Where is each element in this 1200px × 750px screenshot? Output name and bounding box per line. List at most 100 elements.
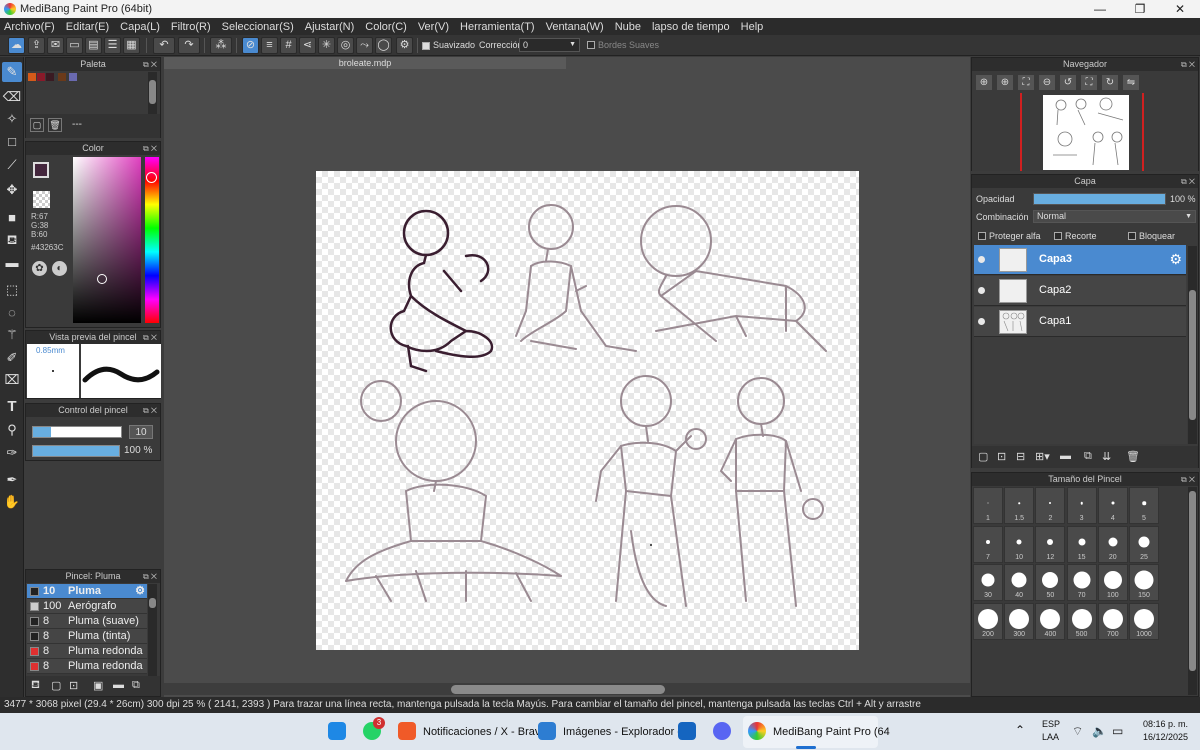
comment-icon[interactable]: ✉ [47,37,64,54]
brush-size-scrollbar[interactable] [1188,487,1197,695]
brush-size-cell[interactable]: 4 [1097,487,1128,524]
color-wheel-icon[interactable]: ✿ [32,261,47,276]
new-8bit-layer-icon[interactable]: ⊟ [1016,450,1025,463]
brush-list-item[interactable]: 8 Pluma (suave) [27,614,147,629]
add-layer-menu-icon[interactable]: ⊞▾ [1035,450,1050,463]
brush-size-cell[interactable]: 20 [1097,525,1128,563]
menu-timelapse[interactable]: lapso de tiempo [652,21,730,33]
undo-icon[interactable]: ↶ [153,37,175,54]
text-tool-icon[interactable]: T [2,397,22,417]
panel-buttons-icon[interactable]: ⧉ ✕ [143,142,157,155]
deselect-icon[interactable]: ⁂ [210,37,232,54]
drawing-canvas[interactable] [316,171,859,650]
chevron-up-icon[interactable]: ⌃ [1015,723,1025,737]
palette-swatch[interactable] [69,73,77,81]
brush-size-cell[interactable]: 3 [1066,487,1097,524]
brush-size-cell[interactable]: 700 [1097,602,1128,640]
zoom-out-icon[interactable]: ⊖ [1039,75,1055,90]
brush-size-cell[interactable]: 10 [1004,525,1035,563]
hue-slider[interactable] [145,157,159,323]
perspective-snap-icon[interactable]: ⋖ [299,37,316,54]
brush-size-cell[interactable]: 400 [1035,602,1066,640]
brush-size-cell[interactable]: 1.5 [1004,487,1035,524]
upload-icon[interactable]: ⇪ [28,37,45,54]
wifi-icon[interactable]: ⌔ [1072,724,1083,739]
zoom-in-icon[interactable]: ⊕ [976,75,992,90]
panel-buttons-icon[interactable]: ⧉ ✕ [143,58,157,71]
clock-time[interactable]: 08:16 p. m. [1138,719,1188,729]
merge-layer-icon[interactable]: ⇊ [1102,450,1111,463]
select-eraser-icon[interactable]: ⌧ [2,370,22,390]
palette-swatch[interactable] [28,73,36,81]
document-tab[interactable]: broleate.mdp [164,57,566,69]
panel-buttons-icon[interactable]: ⧉ ✕ [1181,473,1195,486]
keyboard-layout[interactable]: LAA [1042,732,1059,742]
brush-settings-icon[interactable]: ▣ [93,679,103,692]
brush-list-item[interactable]: 8 Pluma redonda (s [27,659,147,674]
menu-help[interactable]: Help [741,21,764,33]
list-icon[interactable]: ☰ [104,37,121,54]
document-icon[interactable]: ▤ [85,37,102,54]
transparent-color-swatch[interactable] [33,191,50,208]
brush-list-item[interactable]: 8 Pluma (tinta) [27,629,147,644]
battery-icon[interactable]: ▭ [1112,724,1123,738]
visibility-icon[interactable] [978,256,985,263]
add-brush-icon[interactable]: ⛾ [31,679,40,693]
close-button[interactable]: ✕ [1160,0,1200,18]
cloud-icon[interactable]: ☁ [8,37,25,54]
correction-select[interactable]: 0 ▼ [519,38,580,52]
blend-mode-select[interactable]: Normal ▼ [1033,210,1196,223]
select-tool-icon[interactable]: ⬚ [2,280,22,300]
flip-icon[interactable]: ⇋ [1123,75,1139,90]
protect-alpha-checkbox[interactable] [978,232,986,240]
brush-size-cell[interactable]: 2 [1035,487,1066,524]
fit-screen-icon[interactable]: ⛶ [1018,75,1034,90]
line-tool-icon[interactable]: ⟋ [2,155,22,175]
eraser-tool-icon[interactable]: ⌫ [2,87,22,107]
trash-icon[interactable]: 🗑 [1126,450,1140,463]
brush-size-cell[interactable]: 7 [973,525,1003,563]
pen-tool-icon[interactable]: ✒ [2,470,22,490]
palette-swatch[interactable] [58,73,66,81]
brush-size-slider[interactable] [32,426,122,438]
color-palette-icon[interactable]: ◐ [52,261,67,276]
outlook-icon[interactable] [678,722,696,740]
radial-snap-icon[interactable]: ✳ [318,37,335,54]
soft-edges-checkbox[interactable] [587,41,595,49]
new-layer-icon[interactable]: ▢ [978,450,988,463]
brush-size-cell[interactable]: 15 [1066,525,1097,563]
menu-filter[interactable]: Filtro(R) [171,21,211,33]
brush-list-scrollbar[interactable] [148,584,157,677]
bucket-tool-icon[interactable]: ⛾ [2,230,22,250]
menu-window[interactable]: Ventana(W) [546,21,604,33]
reset-view-icon[interactable]: ⛶ [1081,75,1097,90]
circle-snap-icon[interactable]: ◎ [337,37,354,54]
rectangle-tool-icon[interactable]: □ [2,132,22,152]
brush-size-cell[interactable]: 40 [1004,564,1035,601]
delete-palette-icon[interactable]: 🗑 [48,118,62,132]
folder-icon[interactable]: ▬ [1060,450,1071,462]
menu-cloud[interactable]: Nube [615,21,641,33]
panel-buttons-icon[interactable]: ⧉ ✕ [143,570,157,583]
saturation-value-picker[interactable] [73,157,141,323]
brush-size-cell[interactable]: 150 [1129,564,1159,601]
brush-size-cell[interactable]: 1 [973,487,1003,524]
magic-wand-icon[interactable]: ⚚ [2,325,22,345]
visibility-icon[interactable] [978,287,985,294]
parallel-snap-icon[interactable]: ≡ [261,37,278,54]
gradient-tool-icon[interactable]: ▬ [2,253,22,273]
fill-rect-icon[interactable]: ■ [2,208,22,228]
lasso-tool-icon[interactable]: ◌ [2,303,22,323]
new-halftone-layer-icon[interactable]: ⊡ [997,450,1006,463]
explorer-task-label[interactable]: Imágenes - Explorador d [563,718,683,746]
photos-folder-icon[interactable] [538,722,556,740]
menu-edit[interactable]: Editar(E) [66,21,109,33]
gear-icon[interactable]: ⚙ [135,584,145,599]
rotate-left-icon[interactable]: ↺ [1060,75,1076,90]
brush-size-cell[interactable]: 30 [973,564,1003,601]
brush-size-cell[interactable]: 50 [1035,564,1066,601]
menu-view[interactable]: Ver(V) [418,21,449,33]
ellipse-snap-icon[interactable]: ◯ [375,37,392,54]
chat-icon[interactable]: ▭ [66,37,83,54]
brush-list-item[interactable]: 10 Pluma ⚙ [27,584,147,599]
